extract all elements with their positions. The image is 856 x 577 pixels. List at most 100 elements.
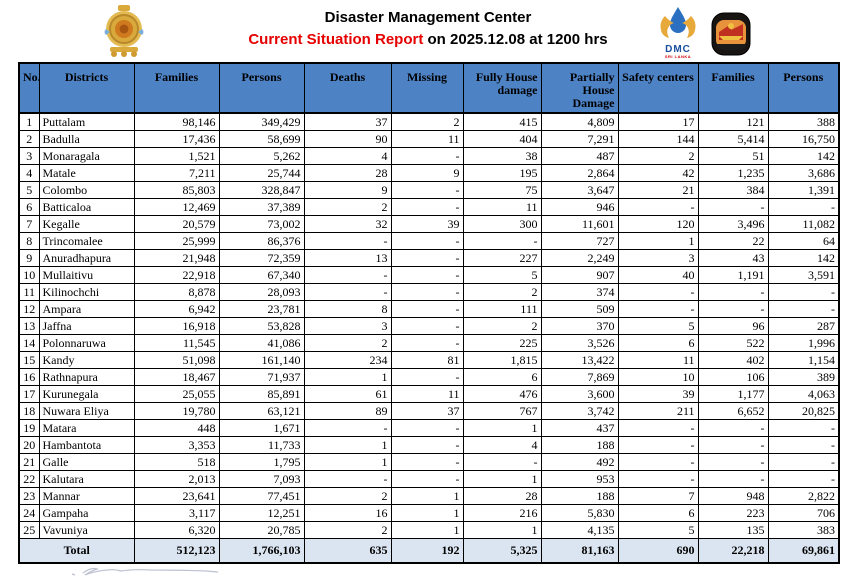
row-number: 2 bbox=[19, 131, 39, 148]
cell-value: - bbox=[768, 471, 839, 488]
cell-value: 28,093 bbox=[219, 284, 304, 301]
cell-value: 4 bbox=[463, 437, 541, 454]
cell-value: 28 bbox=[463, 488, 541, 505]
table-row: 5Colombo85,803328,8479-753,647213841,391 bbox=[19, 182, 839, 199]
signature-scribble bbox=[70, 564, 290, 577]
header-row: No. Districts Families Persons Deaths Mi… bbox=[19, 63, 839, 113]
cell-value: 4,135 bbox=[541, 522, 618, 539]
row-number: 6 bbox=[19, 199, 39, 216]
cell-value: 522 bbox=[698, 335, 768, 352]
cell-value: - bbox=[391, 369, 463, 386]
district-name: Matara bbox=[39, 420, 134, 437]
table-row: 12Ampara6,94223,7818-111509--- bbox=[19, 301, 839, 318]
cell-value: 7,093 bbox=[219, 471, 304, 488]
cell-value: - bbox=[391, 233, 463, 250]
row-number: 19 bbox=[19, 420, 39, 437]
cell-value: 11,733 bbox=[219, 437, 304, 454]
cell-value: 13 bbox=[304, 250, 391, 267]
table-footer: Total 512,123 1,766,103 635 192 5,325 81… bbox=[19, 539, 839, 564]
cell-value: 75 bbox=[463, 182, 541, 199]
cell-value: 39 bbox=[618, 386, 698, 403]
cell-value: 11 bbox=[391, 131, 463, 148]
cell-value: 86,376 bbox=[219, 233, 304, 250]
district-name: Kurunegala bbox=[39, 386, 134, 403]
cell-value: 404 bbox=[463, 131, 541, 148]
col-header-deaths: Deaths bbox=[304, 63, 391, 113]
district-name: Hambantota bbox=[39, 437, 134, 454]
cell-value: 73,002 bbox=[219, 216, 304, 233]
cell-value: 32 bbox=[304, 216, 391, 233]
table-row: 10Mullaitivu22,91867,340--5907401,1913,5… bbox=[19, 267, 839, 284]
row-number: 20 bbox=[19, 437, 39, 454]
row-number: 10 bbox=[19, 267, 39, 284]
cell-value: 216 bbox=[463, 505, 541, 522]
cell-value: - bbox=[698, 454, 768, 471]
ministry-logo-icon bbox=[711, 12, 751, 56]
cell-value: 2 bbox=[391, 113, 463, 131]
district-name: Rathnapura bbox=[39, 369, 134, 386]
row-number: 13 bbox=[19, 318, 39, 335]
cell-value: 144 bbox=[618, 131, 698, 148]
cell-value: 727 bbox=[541, 233, 618, 250]
cell-value: 67,340 bbox=[219, 267, 304, 284]
cell-value: 1,177 bbox=[698, 386, 768, 403]
cell-value: 20,579 bbox=[134, 216, 219, 233]
cell-value: 20,825 bbox=[768, 403, 839, 420]
cell-value: 43 bbox=[698, 250, 768, 267]
cell-value: 7,291 bbox=[541, 131, 618, 148]
row-number: 9 bbox=[19, 250, 39, 267]
cell-value: 72,359 bbox=[219, 250, 304, 267]
row-number: 18 bbox=[19, 403, 39, 420]
table-row: 13Jaffna16,91853,8283-2370596287 bbox=[19, 318, 839, 335]
cell-value: 1 bbox=[304, 369, 391, 386]
cell-value: 195 bbox=[463, 165, 541, 182]
table-row: 20Hambantota3,35311,7331-4188--- bbox=[19, 437, 839, 454]
cell-value: - bbox=[463, 454, 541, 471]
cell-value: 38 bbox=[463, 148, 541, 165]
cell-value: - bbox=[391, 335, 463, 352]
total-partially-house-damage: 81,163 bbox=[541, 539, 618, 564]
cell-value: 23,781 bbox=[219, 301, 304, 318]
district-name: Jaffna bbox=[39, 318, 134, 335]
table-row: 21Galle5181,7951--492--- bbox=[19, 454, 839, 471]
cell-value: 4 bbox=[304, 148, 391, 165]
row-number: 12 bbox=[19, 301, 39, 318]
cell-value: 188 bbox=[541, 437, 618, 454]
cell-value: 5 bbox=[618, 318, 698, 335]
cell-value: 81 bbox=[391, 352, 463, 369]
cell-value: 51 bbox=[698, 148, 768, 165]
district-name: Matale bbox=[39, 165, 134, 182]
col-header-families: Families bbox=[134, 63, 219, 113]
cell-value: 2 bbox=[304, 488, 391, 505]
cell-value: 8 bbox=[304, 301, 391, 318]
cell-value: 767 bbox=[463, 403, 541, 420]
district-name: Kandy bbox=[39, 352, 134, 369]
district-name: Nuwara Eliya bbox=[39, 403, 134, 420]
cell-value: - bbox=[768, 199, 839, 216]
table-row: 25Vavuniya6,32020,7852114,1355135383 bbox=[19, 522, 839, 539]
cell-value: 3,686 bbox=[768, 165, 839, 182]
cell-value: 58,699 bbox=[219, 131, 304, 148]
cell-value: 17,436 bbox=[134, 131, 219, 148]
cell-value: 5,262 bbox=[219, 148, 304, 165]
table-row: 14Polonnaruwa11,54541,0862-2253,52665221… bbox=[19, 335, 839, 352]
cell-value: 42 bbox=[618, 165, 698, 182]
cell-value: 3 bbox=[304, 318, 391, 335]
cell-value: 953 bbox=[541, 471, 618, 488]
row-number: 21 bbox=[19, 454, 39, 471]
cell-value: - bbox=[618, 437, 698, 454]
cell-value: - bbox=[698, 471, 768, 488]
cell-value: 388 bbox=[768, 113, 839, 131]
cell-value: 492 bbox=[541, 454, 618, 471]
col-header-families-centers: Families bbox=[698, 63, 768, 113]
table-row: 2Badulla17,43658,69990114047,2911445,414… bbox=[19, 131, 839, 148]
cell-value: 2 bbox=[618, 148, 698, 165]
district-name: Colombo bbox=[39, 182, 134, 199]
cell-value: 1,235 bbox=[698, 165, 768, 182]
district-name: Badulla bbox=[39, 131, 134, 148]
cell-value: 16,918 bbox=[134, 318, 219, 335]
district-name: Mannar bbox=[39, 488, 134, 505]
cell-value: - bbox=[698, 301, 768, 318]
table-row: 17Kurunegala25,05585,89161114763,600391,… bbox=[19, 386, 839, 403]
cell-value: 16 bbox=[304, 505, 391, 522]
